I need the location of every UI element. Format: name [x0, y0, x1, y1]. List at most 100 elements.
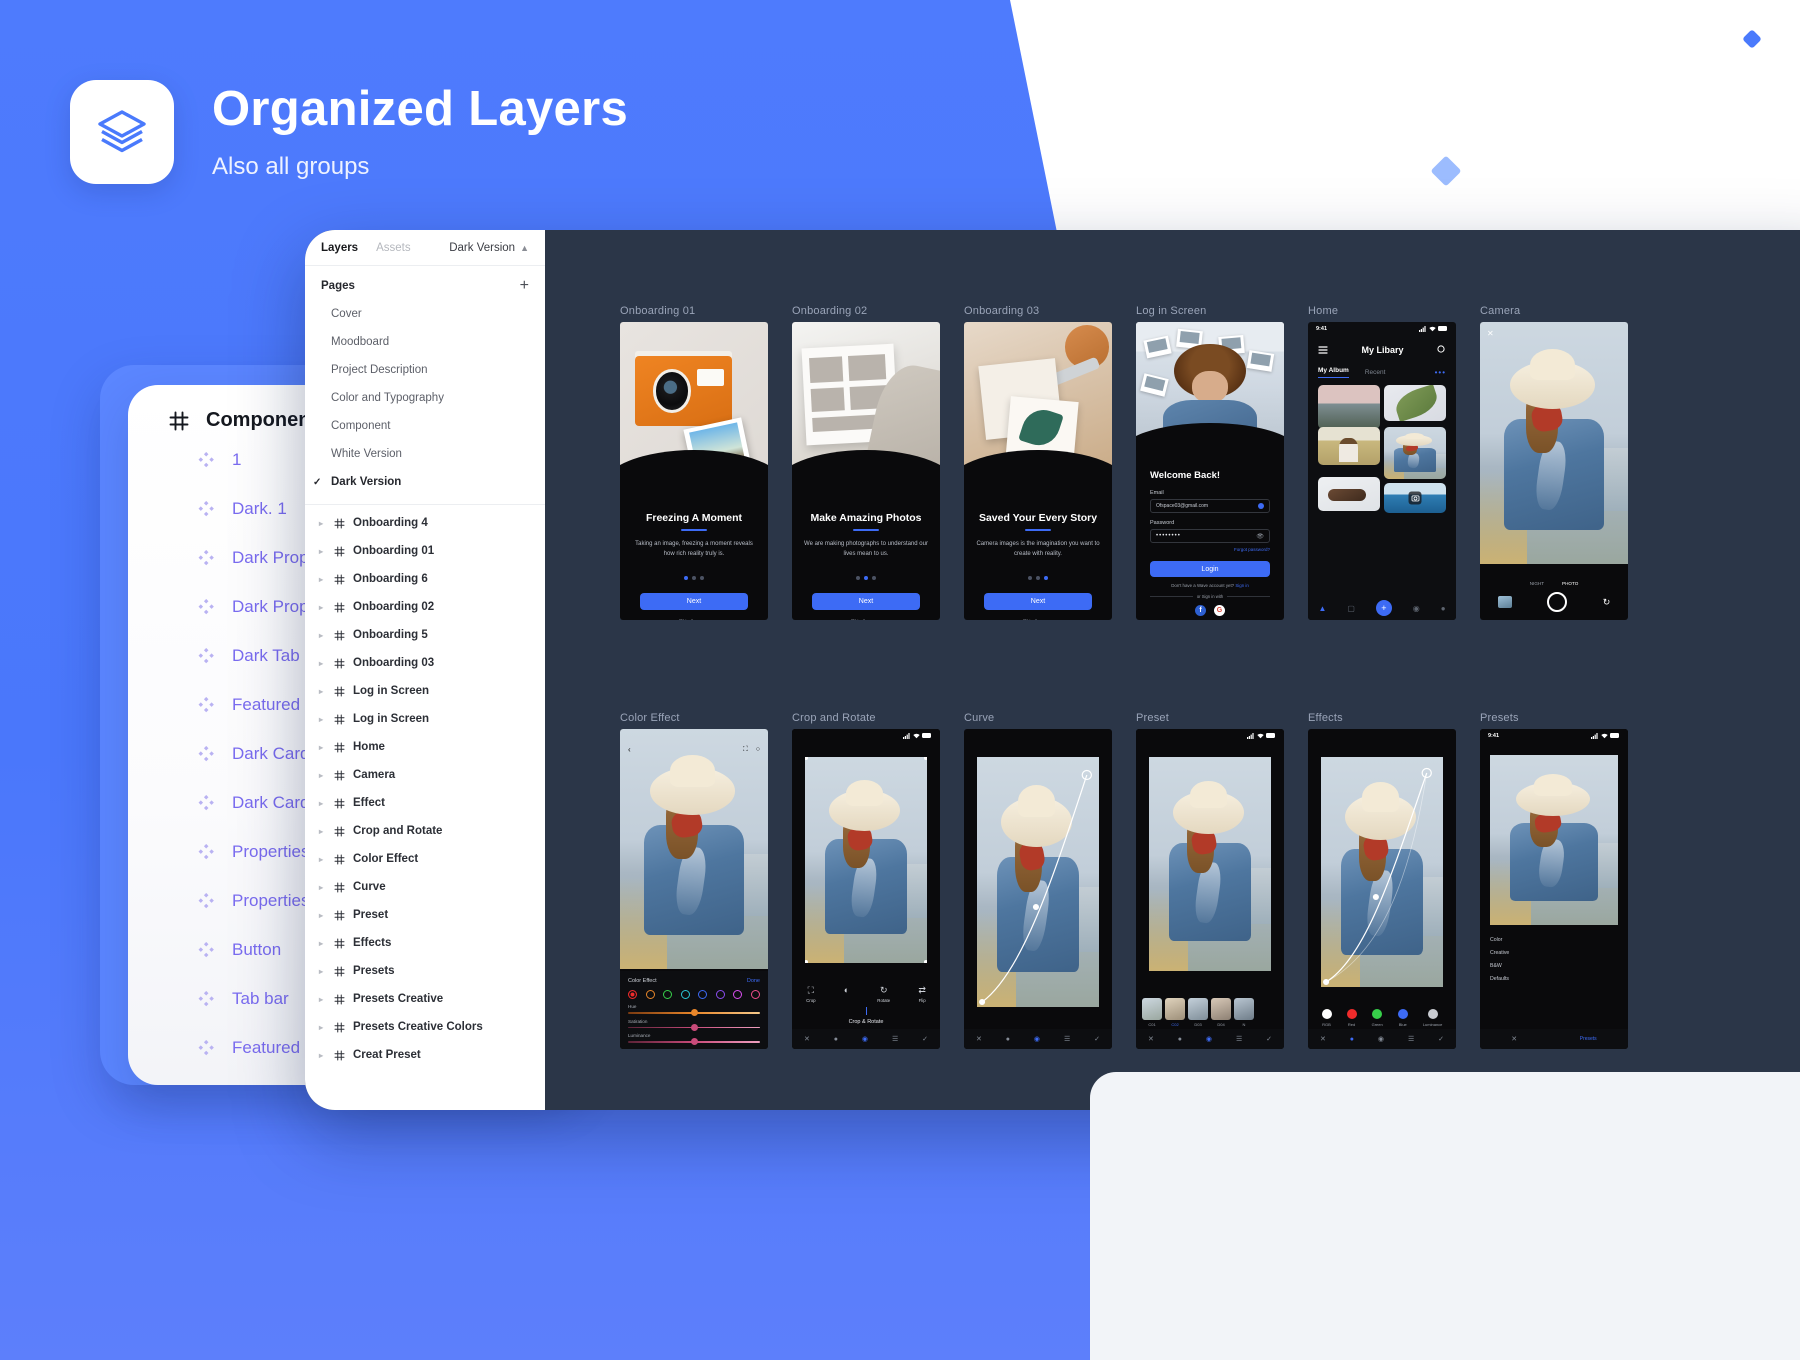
profile-icon[interactable]: ●: [1441, 604, 1446, 613]
equalizer-icon[interactable]: ☰: [1236, 1035, 1242, 1043]
grid-photo-camera[interactable]: [1384, 483, 1446, 513]
frame-login[interactable]: Log in Screen Welcome Back! Email Ofspac…: [1136, 305, 1284, 620]
page-item[interactable]: White Version: [305, 440, 545, 468]
check-icon[interactable]: ✓: [1438, 1035, 1444, 1043]
frame-presets[interactable]: Presets 9:41 Color Creative B&W Defaults: [1480, 712, 1628, 1049]
equalizer-icon[interactable]: ☰: [1064, 1035, 1070, 1043]
frame-crop-rotate[interactable]: Crop and Rotate ⛶ Crop ◐ ↻ Rotate ⇄ Flip…: [792, 712, 940, 1049]
caret-right-icon[interactable]: ▸: [319, 575, 326, 584]
frame-preset[interactable]: Preset C01 C02 D03 D04 N ✕ ● ◉ ☰ ✓: [1136, 712, 1284, 1049]
email-field[interactable]: Ofspace03@gmail.com: [1150, 499, 1270, 513]
camera-mode-night[interactable]: NIGHT: [1530, 581, 1544, 586]
caret-right-icon[interactable]: ▸: [319, 883, 326, 892]
crop-viewport[interactable]: [805, 757, 927, 963]
caret-right-icon[interactable]: ▸: [319, 855, 326, 864]
layer-item[interactable]: ▸ Effects: [305, 929, 545, 957]
crop-tool[interactable]: ⛶ Crop: [806, 985, 816, 1003]
tune-icon[interactable]: ●: [1006, 1036, 1010, 1043]
tab-layers[interactable]: Layers: [321, 242, 358, 254]
layer-item[interactable]: ▸ Home: [305, 733, 545, 761]
layer-item[interactable]: ▸ Preset: [305, 901, 545, 929]
effect-channel[interactable]: Red: [1346, 1009, 1357, 1027]
layer-item[interactable]: ▸ Presets: [305, 957, 545, 985]
page-item[interactable]: Component: [305, 412, 545, 440]
preset-thumb[interactable]: C02: [1165, 998, 1185, 1027]
slider-knob[interactable]: [690, 1038, 698, 1046]
skip-link[interactable]: Skip for now: [804, 619, 928, 620]
page-item[interactable]: ✓ Dark Version: [305, 468, 545, 496]
close-icon[interactable]: ✕: [1511, 1035, 1517, 1043]
tab-assets[interactable]: Assets: [376, 242, 411, 254]
frame-curve[interactable]: Curve ✕ ● ◉ ☰ ✓: [964, 712, 1112, 1049]
crop-tool[interactable]: ◐: [844, 985, 849, 1003]
color-swatch[interactable]: [750, 990, 760, 1000]
search-icon[interactable]: [1437, 341, 1446, 359]
tune-icon[interactable]: ●: [834, 1036, 838, 1043]
crop-icon[interactable]: ⛶: [743, 746, 748, 754]
layer-item[interactable]: ▸ Presets Creative: [305, 985, 545, 1013]
camera-icon[interactable]: [1408, 491, 1422, 505]
color-swatch[interactable]: [680, 990, 690, 1000]
slider-luminance[interactable]: Luminance: [628, 1033, 760, 1046]
presets-label[interactable]: Presets: [1580, 1036, 1597, 1042]
presets-list-item[interactable]: Creative: [1490, 950, 1618, 956]
frame-onboarding-01[interactable]: Onboarding 01 Freezing A Moment Taking a…: [620, 305, 768, 620]
check-icon[interactable]: ✓: [922, 1035, 928, 1043]
close-icon[interactable]: ✕: [1148, 1035, 1154, 1043]
skip-link[interactable]: Skip for now: [632, 619, 756, 620]
preset-thumb[interactable]: C01: [1142, 998, 1162, 1027]
caret-right-icon[interactable]: ▸: [319, 519, 326, 528]
frame-home[interactable]: Home 9:41 My Libary My Album Recent ••• …: [1308, 305, 1456, 620]
caret-right-icon[interactable]: ▸: [319, 659, 326, 668]
effects-viewport[interactable]: [1321, 757, 1443, 987]
layer-item[interactable]: ▸ Onboarding 01: [305, 537, 545, 565]
preset-thumb[interactable]: N: [1234, 998, 1254, 1027]
slider-track[interactable]: [628, 1038, 760, 1046]
search-icon[interactable]: ○: [756, 746, 760, 754]
color-swatch[interactable]: [645, 990, 655, 1000]
tune-icon[interactable]: ●: [1350, 1036, 1354, 1043]
layer-item[interactable]: ▸ Crop and Rotate: [305, 817, 545, 845]
camera-mode-photo[interactable]: PHOTO: [1562, 581, 1578, 586]
shutter-icon[interactable]: [1547, 592, 1568, 612]
more-dots-icon[interactable]: •••: [1435, 368, 1446, 377]
layer-item[interactable]: ▸ Color Effect: [305, 845, 545, 873]
color-swatch[interactable]: [663, 990, 673, 1000]
slider-track[interactable]: [628, 1023, 760, 1031]
design-canvas[interactable]: Onboarding 01 Freezing A Moment Taking a…: [545, 230, 1800, 1110]
settings-icon[interactable]: ◉: [1413, 604, 1420, 613]
caret-right-icon[interactable]: ▸: [319, 967, 326, 976]
flip-camera-icon[interactable]: ↻: [1603, 597, 1611, 608]
page-item[interactable]: Project Description: [305, 356, 545, 384]
layer-item[interactable]: ▸ Log in Screen: [305, 705, 545, 733]
layer-item[interactable]: ▸ Onboarding 5: [305, 621, 545, 649]
preset-thumb[interactable]: D03: [1188, 998, 1208, 1027]
forgot-password-link[interactable]: Forgot password?: [1150, 547, 1270, 552]
layer-item[interactable]: ▸ Curve: [305, 873, 545, 901]
frame-onboarding-03[interactable]: Onboarding 03 Saved Your Every Story Cam…: [964, 305, 1112, 620]
caret-right-icon[interactable]: ▸: [319, 799, 326, 808]
slider-hue[interactable]: Hue: [628, 1004, 760, 1017]
slider-satiration[interactable]: Satiration: [628, 1019, 760, 1031]
password-field[interactable]: •••••••• 👁: [1150, 529, 1270, 543]
next-button[interactable]: Next: [640, 592, 748, 610]
slider-knob[interactable]: [690, 1009, 698, 1017]
caret-right-icon[interactable]: ▸: [319, 771, 326, 780]
frame-effects[interactable]: Effects RGB Red Green Blue Luminance ✕ ●…: [1308, 712, 1456, 1049]
eye-icon[interactable]: ◉: [1206, 1035, 1212, 1043]
close-icon[interactable]: ✕: [976, 1035, 982, 1043]
rotate-ruler[interactable]: [792, 1007, 940, 1015]
page-item[interactable]: Color and Typography: [305, 384, 545, 412]
google-icon[interactable]: G: [1214, 605, 1225, 616]
next-button[interactable]: Next: [984, 592, 1092, 610]
tune-icon[interactable]: ●: [1178, 1036, 1182, 1043]
signup-link[interactable]: Sign in: [1235, 583, 1248, 588]
layer-item[interactable]: ▸ Effect: [305, 789, 545, 817]
eye-icon[interactable]: 👁: [1256, 533, 1264, 540]
facebook-icon[interactable]: f: [1195, 605, 1206, 616]
grid-photo[interactable]: [1318, 385, 1380, 429]
slider-track[interactable]: [628, 1009, 760, 1017]
caret-right-icon[interactable]: ▸: [319, 939, 326, 948]
crop-handle[interactable]: [805, 960, 808, 963]
curve-viewport[interactable]: [977, 757, 1099, 1007]
